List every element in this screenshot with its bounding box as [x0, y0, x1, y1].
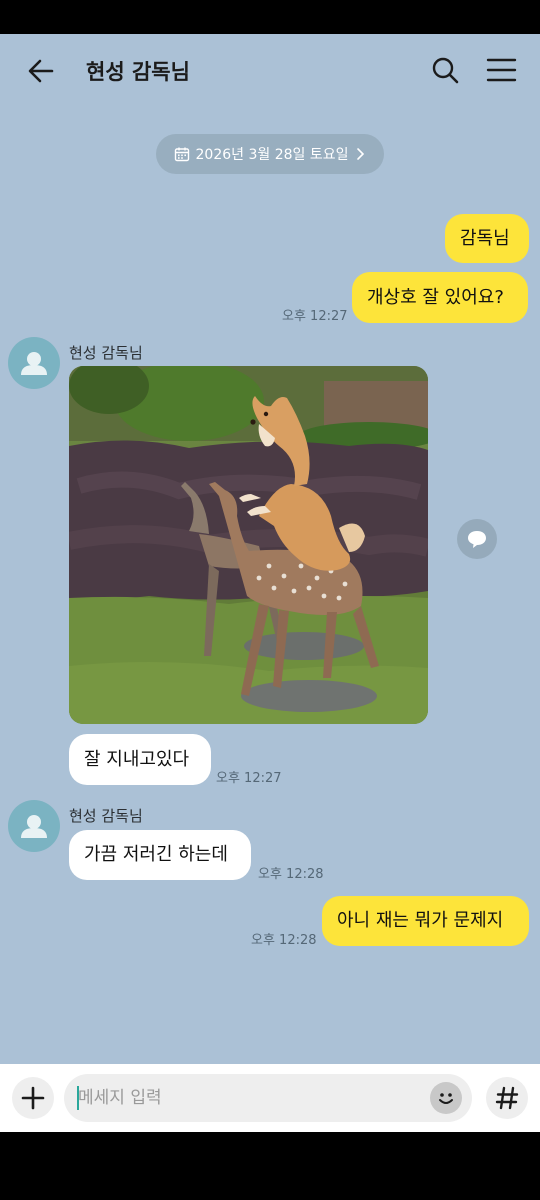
- message-text: 가끔 저러긴 하는데: [84, 844, 228, 865]
- menu-button[interactable]: [482, 52, 520, 90]
- calendar-icon: [174, 147, 189, 162]
- chat-header: 현성 감독님: [0, 34, 540, 104]
- hash-icon: [495, 1086, 519, 1110]
- hamburger-menu-icon: [486, 58, 517, 82]
- message-time: 오후 12:28: [251, 933, 317, 948]
- sender-name: 현성 감독님: [69, 807, 143, 825]
- my-message-bubble[interactable]: 개상호 잘 있어요?: [352, 272, 528, 323]
- date-label: 2026년 3월 28일 토요일: [195, 147, 349, 163]
- status-bar: [0, 0, 540, 34]
- chat-title: 현성 감독님: [86, 60, 190, 84]
- message-time: 오후 12:27: [216, 771, 282, 786]
- speech-bubble-icon: [468, 531, 486, 548]
- shiba-dog-on-deer-statue-photo: [69, 366, 428, 724]
- text-cursor: [77, 1086, 79, 1110]
- hashtag-button[interactable]: [486, 1077, 528, 1119]
- sender-name: 현성 감독님: [69, 344, 143, 362]
- message-field: [64, 1074, 472, 1122]
- message-text: 아니 재는 뭐가 문제지: [337, 910, 504, 931]
- navigation-bar: [0, 1132, 540, 1200]
- date-divider[interactable]: 2026년 3월 28일 토요일: [156, 134, 384, 174]
- message-time: 오후 12:28: [258, 867, 324, 882]
- search-icon: [432, 57, 459, 84]
- default-profile-icon: [21, 352, 47, 375]
- other-message-bubble[interactable]: 잘 지내고있다: [69, 734, 211, 785]
- emoji-button[interactable]: [430, 1082, 462, 1114]
- avatar[interactable]: [8, 800, 60, 852]
- other-message-bubble[interactable]: 가끔 저러긴 하는데: [69, 830, 251, 880]
- share-button[interactable]: [457, 519, 497, 559]
- avatar[interactable]: [8, 337, 60, 389]
- message-text: 감독님: [460, 227, 510, 249]
- smiley-icon: [439, 1093, 453, 1104]
- message-input-bar: [0, 1064, 540, 1132]
- attach-button[interactable]: [12, 1077, 54, 1119]
- plus-icon: [21, 1086, 45, 1110]
- message-text: 개상호 잘 있어요?: [367, 286, 504, 308]
- arrow-left-icon: [28, 59, 54, 83]
- image-message[interactable]: [69, 366, 428, 724]
- my-message-bubble[interactable]: 감독님: [445, 214, 529, 263]
- chat-screen: 현성 감독님 2026년 3월 28일 토요일 감독님 오후 12:27 개상호…: [0, 34, 540, 1132]
- search-button[interactable]: [426, 52, 464, 90]
- message-time: 오후 12:27: [282, 309, 348, 324]
- my-message-bubble[interactable]: 아니 재는 뭐가 문제지: [322, 896, 529, 946]
- back-button[interactable]: [22, 52, 60, 90]
- message-text: 잘 지내고있다: [84, 748, 190, 770]
- chevron-right-icon: [357, 148, 365, 160]
- message-input[interactable]: [78, 1074, 418, 1122]
- default-profile-icon: [21, 815, 47, 838]
